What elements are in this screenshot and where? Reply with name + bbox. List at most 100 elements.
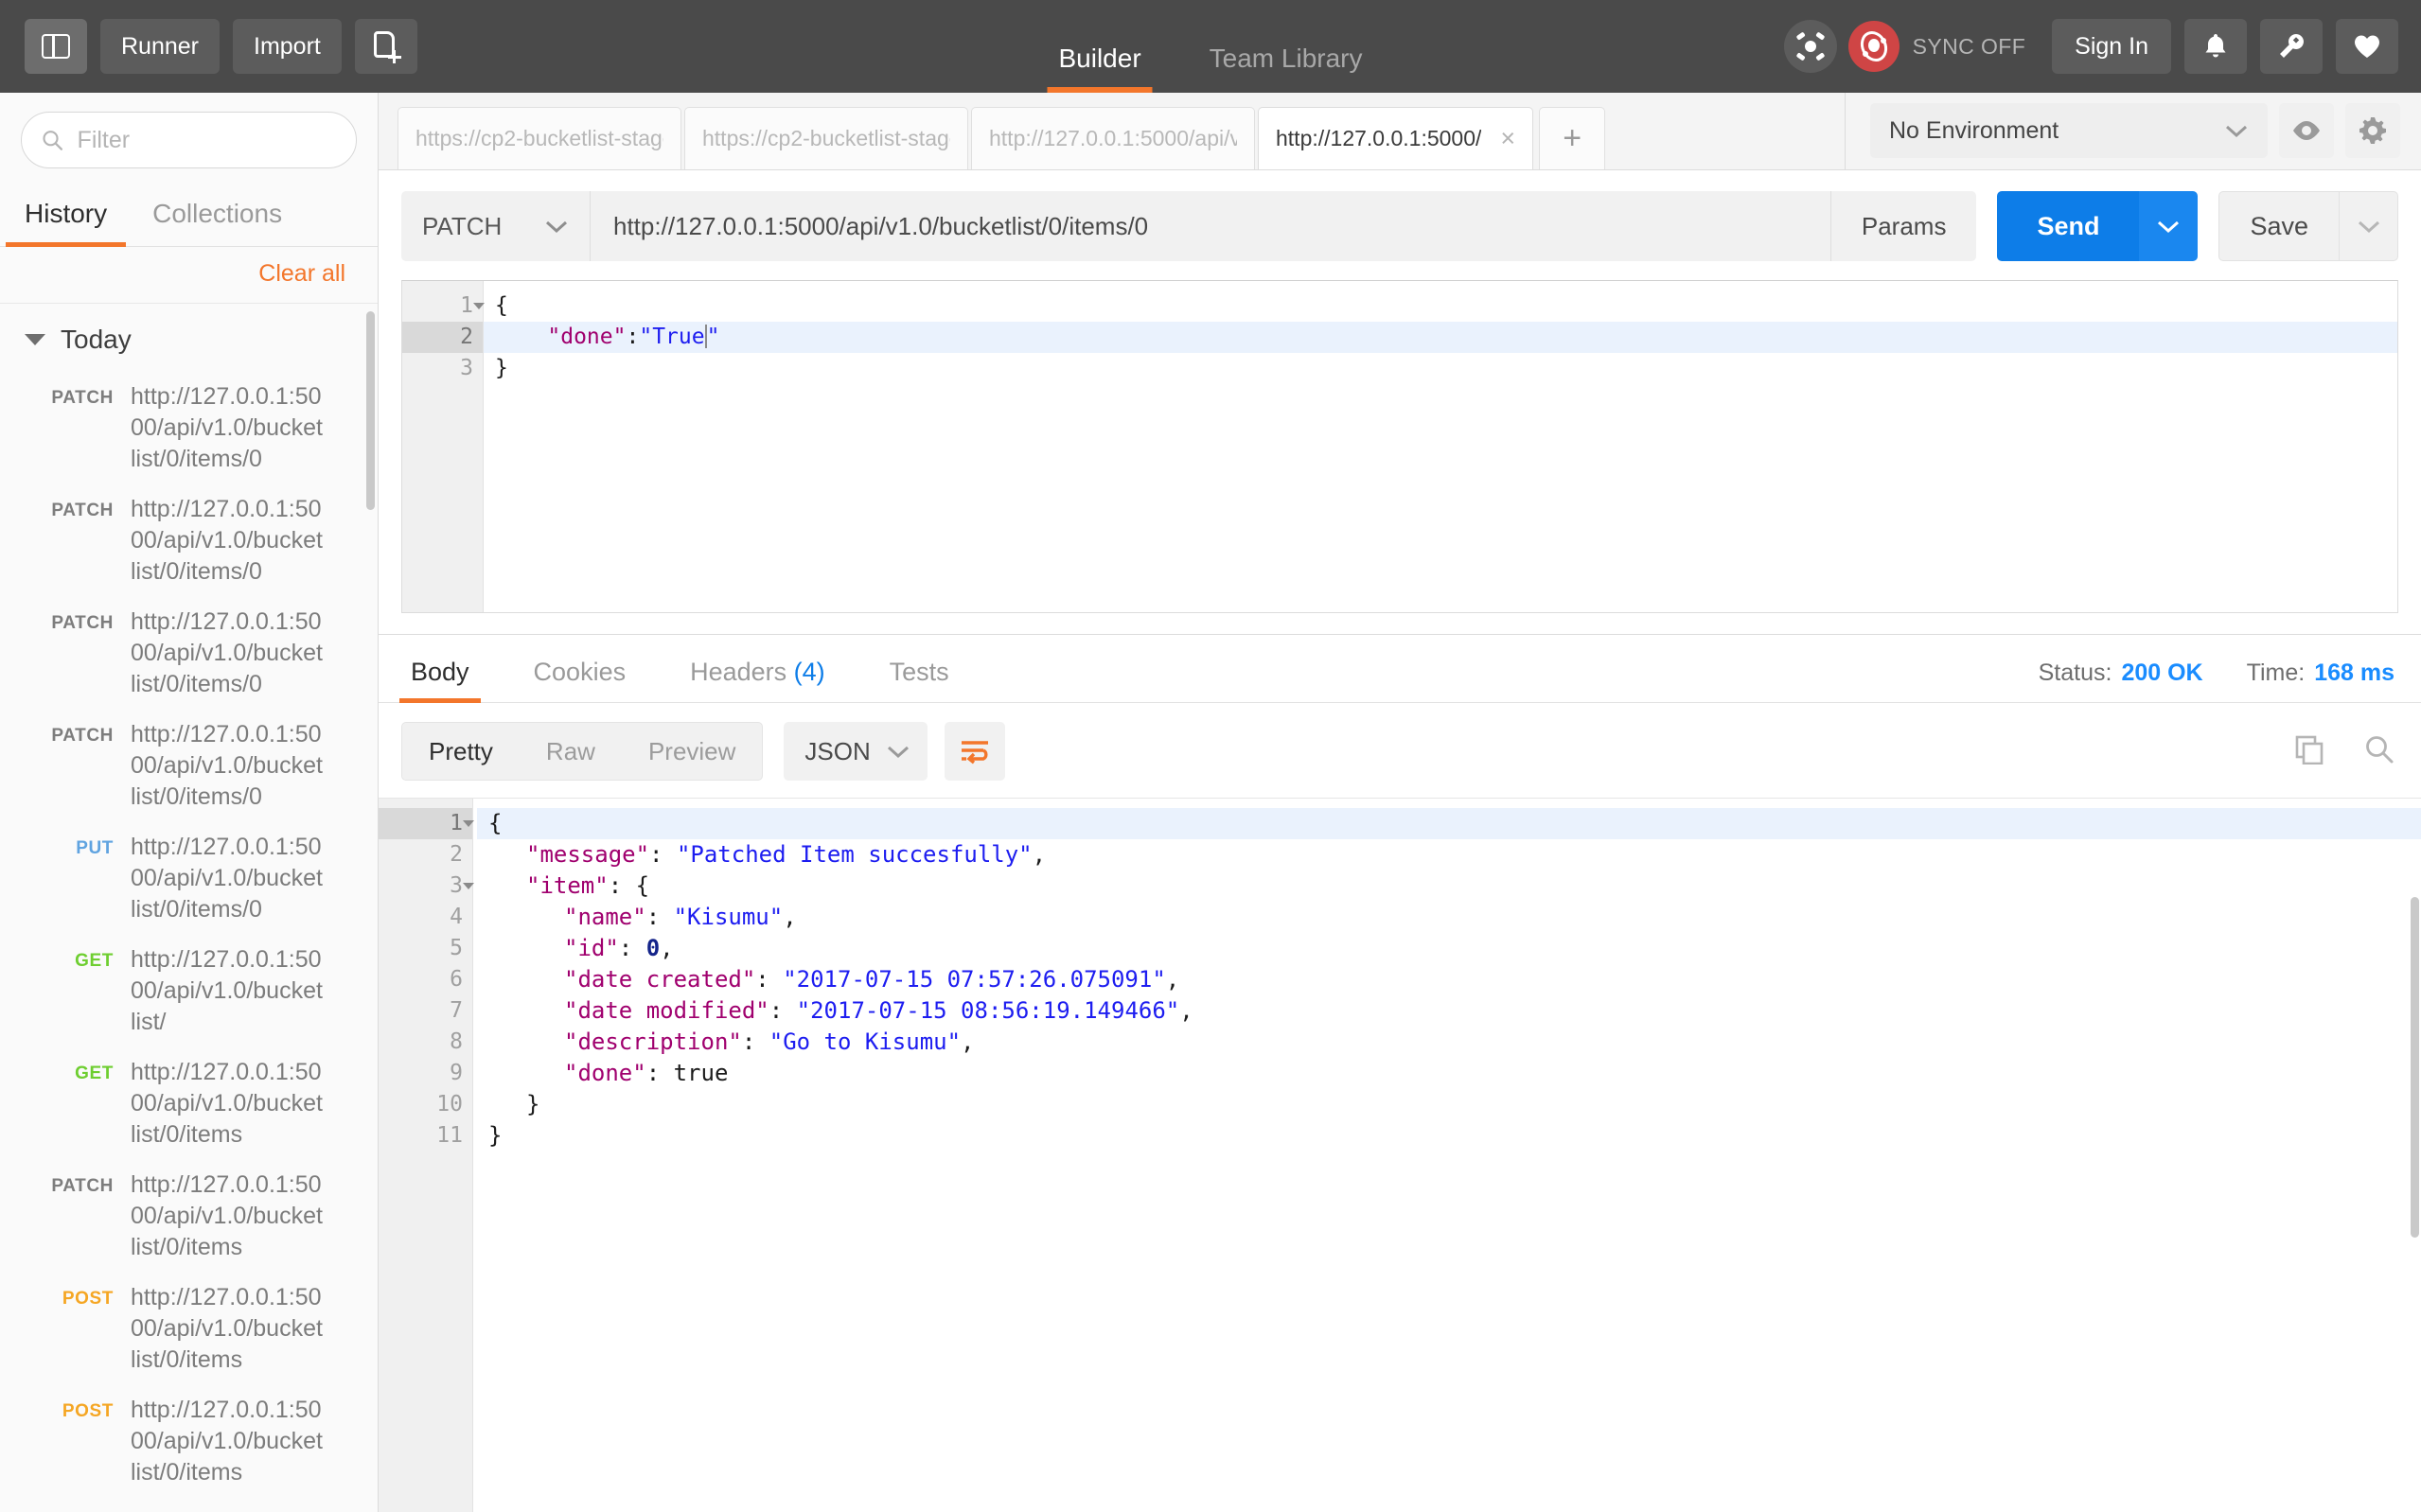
line-number[interactable]: 3 — [379, 870, 474, 902]
import-button[interactable]: Import — [233, 19, 342, 74]
view-mode-preview[interactable]: Preview — [622, 723, 762, 780]
new-tab-button[interactable] — [354, 19, 417, 74]
code-line: "date created": "2017-07-15 07:57:26.075… — [488, 964, 2421, 995]
send-options-button[interactable] — [2139, 191, 2199, 261]
code-line: } — [495, 353, 2397, 384]
request-tab[interactable]: https://cp2-bucketlist-stage. — [684, 107, 968, 169]
history-item[interactable]: PATCH http://127.0.0.1:5000/api/v1.0/buck… — [0, 710, 378, 822]
history-item[interactable]: PATCH http://127.0.0.1:5000/api/v1.0/buck… — [0, 484, 378, 597]
history-group-today[interactable]: Today — [0, 304, 378, 372]
interceptor-icon[interactable] — [1783, 20, 1837, 73]
history-item[interactable]: PATCH http://127.0.0.1:5000/api/v1.0/buck… — [0, 1160, 378, 1273]
save-button[interactable]: Save — [2218, 191, 2340, 261]
line-number: 2 — [450, 842, 463, 867]
notifications-button[interactable] — [2184, 19, 2247, 74]
url-bar: PATCH Params Send — [379, 170, 2421, 280]
history-item-url: http://127.0.0.1:5000/api/v1.0/bucketlis… — [131, 1171, 323, 1260]
view-mode-pretty[interactable]: Pretty — [402, 723, 520, 780]
code-token: true — [673, 1060, 729, 1086]
sync-icon[interactable] — [1847, 21, 1900, 72]
params-label: Params — [1861, 211, 1947, 240]
code-token: "description" — [564, 1029, 742, 1055]
params-button[interactable]: Params — [1829, 191, 1977, 261]
history-item[interactable]: POST http://127.0.0.1:5000/api/v1.0/bucke… — [0, 1385, 378, 1498]
search-response-button[interactable] — [2364, 734, 2394, 769]
filter-input[interactable] — [77, 126, 337, 154]
request-tab[interactable]: https://cp2-bucketlist-stage. — [398, 107, 681, 169]
response-tab-cookies[interactable]: Cookies — [528, 658, 632, 702]
header-tabs: Builder Team Library — [1024, 0, 1396, 93]
clear-all-button[interactable]: Clear all — [258, 260, 345, 288]
send-group: Send — [1997, 191, 2199, 261]
sidebar-tab-collections[interactable]: Collections — [133, 185, 301, 246]
response-body-editor[interactable]: 1 2 3 4 5 6 7 8 9 10 11 {"message": "Patched Item … — [379, 798, 2421, 1512]
toggle-sidebar-button[interactable] — [25, 19, 87, 74]
request-code-area[interactable]: { "done":"True"} — [484, 281, 2397, 612]
environment-quick-look-button[interactable] — [2279, 103, 2334, 158]
environment-settings-button[interactable] — [2345, 103, 2400, 158]
history-item-method: POST — [62, 1401, 114, 1421]
sidebar-tab-history[interactable]: History — [6, 185, 127, 247]
send-button[interactable]: Send — [1997, 191, 2140, 261]
request-body-editor[interactable]: 12 3 { "done":"True"} — [401, 280, 2398, 613]
view-mode-raw[interactable]: Raw — [520, 723, 622, 780]
history-item[interactable]: PATCH http://127.0.0.1:5000/api/v1.0/buck… — [0, 372, 378, 484]
code-line: "message": "Patched Item succesfully", — [488, 839, 2421, 870]
code-line: } — [488, 1089, 2421, 1120]
copy-button[interactable] — [2294, 734, 2324, 769]
code-line: { — [495, 290, 2397, 322]
request-tab[interactable]: http://127.0.0.1:5000/ × — [1258, 107, 1534, 169]
line-number: 5 — [450, 936, 463, 960]
response-code-area[interactable]: {"message": "Patched Item succesfully", "… — [473, 799, 2421, 1512]
runner-button[interactable]: Runner — [100, 19, 220, 74]
word-wrap-button[interactable] — [944, 722, 1005, 781]
history-item-url: http://127.0.0.1:5000/api/v1.0/bucketlis… — [131, 1059, 323, 1148]
url-input-wrap[interactable] — [591, 191, 1830, 261]
http-method-select[interactable]: PATCH — [401, 191, 591, 261]
tab-team-library[interactable]: Team Library — [1204, 45, 1369, 93]
code-token: "id" — [564, 935, 619, 961]
history-item-url: http://127.0.0.1:5000/api/v1.0/bucketlis… — [131, 383, 323, 472]
import-label: Import — [254, 32, 321, 60]
favorites-button[interactable] — [2336, 19, 2398, 74]
response-tab-headers[interactable]: Headers (4) — [684, 658, 831, 702]
history-item[interactable]: PATCH http://127.0.0.1:5000/api/v1.0/buck… — [0, 597, 378, 710]
line-number[interactable]: 1 — [402, 290, 485, 322]
environment-select[interactable]: No Environment — [1870, 103, 2268, 158]
line-number[interactable]: 1 — [379, 808, 474, 839]
history-item-method: PATCH — [51, 1176, 114, 1196]
close-icon[interactable]: × — [1500, 126, 1515, 151]
history-item[interactable]: POST http://127.0.0.1:5000/api/v1.0/bucke… — [0, 1273, 378, 1385]
request-tab[interactable]: http://127.0.0.1:5000/api/v1 — [971, 107, 1255, 169]
request-tab-label: http://127.0.0.1:5000/api/v1 — [989, 126, 1237, 150]
history-item[interactable]: PUT http://127.0.0.1:5000/api/v1.0/bucket… — [0, 822, 378, 935]
response-tab-label: Headers — [690, 658, 787, 686]
filter-box[interactable] — [21, 112, 357, 168]
settings-wrench-button[interactable] — [2260, 19, 2323, 74]
sidebar-scrollbar[interactable] — [366, 311, 375, 510]
sign-in-button[interactable]: Sign In — [2052, 19, 2171, 74]
sidebar-tab-history-label: History — [25, 199, 108, 228]
request-tab-label: https://cp2-bucketlist-stage. — [415, 126, 663, 150]
response-scrollbar[interactable] — [2411, 897, 2419, 1238]
tab-builder[interactable]: Builder — [1047, 45, 1153, 93]
code-line: "done": true — [488, 1058, 2421, 1089]
response-tab-body[interactable]: Body — [399, 658, 481, 703]
url-input[interactable] — [613, 211, 1808, 241]
app-body: History Collections Clear all Today PATC… — [0, 92, 2421, 1512]
save-options-button[interactable] — [2340, 191, 2398, 261]
history-list[interactable]: Today PATCH http://127.0.0.1:5000/api/v1.… — [0, 304, 378, 1512]
response-format-select[interactable]: JSON — [784, 722, 928, 781]
code-token: , — [1179, 997, 1193, 1024]
chevron-down-icon — [25, 334, 45, 345]
add-request-tab-button[interactable]: + — [1539, 107, 1606, 169]
request-tab-label: http://127.0.0.1:5000/ — [1276, 126, 1482, 150]
history-item[interactable]: GET http://127.0.0.1:5000/api/v1.0/bucket… — [0, 935, 378, 1047]
response-right-icons — [2254, 734, 2394, 769]
send-label: Send — [2037, 211, 2100, 240]
add-tab-label: + — [1563, 120, 1582, 156]
history-item-method: PUT — [76, 838, 114, 858]
response-tab-tests[interactable]: Tests — [884, 658, 955, 702]
history-group-label: Today — [61, 325, 132, 354]
history-item[interactable]: GET http://127.0.0.1:5000/api/v1.0/bucket… — [0, 1047, 378, 1160]
